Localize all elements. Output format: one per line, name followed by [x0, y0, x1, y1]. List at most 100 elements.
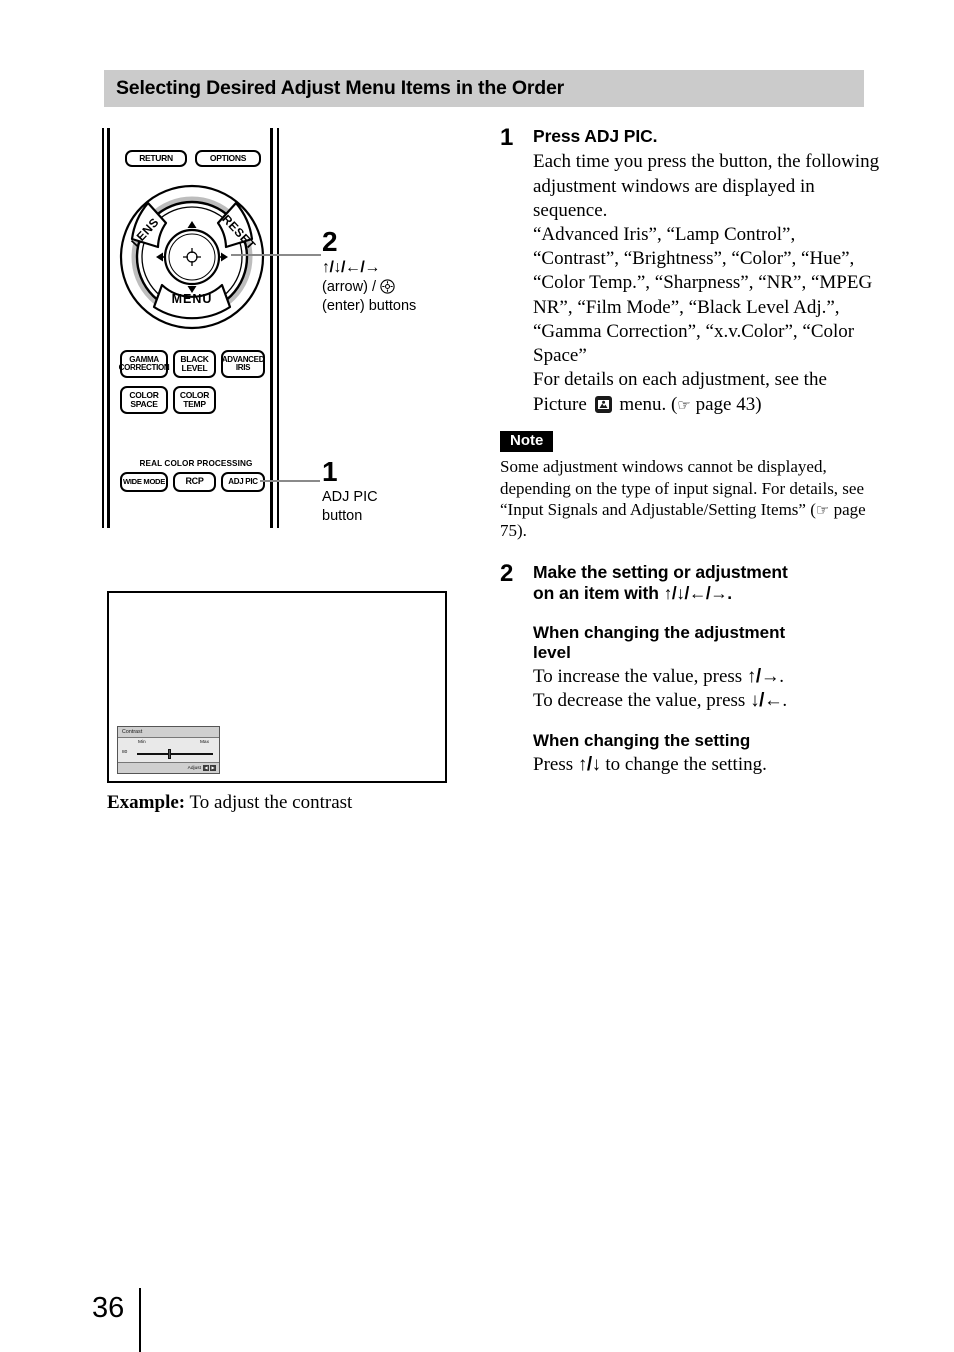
step-2-heading-arrows: ↑/↓/←/→	[663, 583, 728, 604]
osd-slider-track[interactable]	[137, 753, 213, 755]
callout-leader-line-2	[231, 254, 321, 257]
remote-button-wide-mode[interactable]: WIDE MODE	[120, 472, 168, 492]
step-1-detail-suffix: menu. (	[619, 393, 678, 415]
remote-control-illustration: RETURN OPTIONS LENS RESET MENU GAMMA COR…	[100, 128, 470, 528]
page-number: 36	[92, 1292, 125, 1324]
osd-value: 80	[122, 750, 128, 755]
advanced-iris-label-line2: IRIS	[235, 363, 251, 372]
step-2: 2 Make the setting or adjustment on an i…	[500, 559, 880, 778]
step-2-subsection-1-title: When changing the adjustment level	[533, 623, 880, 664]
callout-1: 1 ADJ PIC button	[322, 458, 378, 525]
increase-suffix: .	[779, 666, 784, 688]
remote-navigation-dial[interactable]: LENS RESET MENU	[118, 183, 266, 331]
right-column: 1 Press ADJ PIC. Each time you press the…	[500, 126, 880, 781]
step-2-body: Make the setting or adjustment on an ite…	[533, 562, 880, 778]
decrease-suffix: .	[782, 690, 788, 712]
callout-2-line1-text: (arrow) /	[322, 279, 380, 296]
example-caption: Example: To adjust the contrast	[107, 792, 507, 815]
step-2-heading-line1: Make the setting or adjustment	[533, 561, 788, 582]
callout-1-line2: button	[322, 507, 363, 524]
remote-button-advanced-iris[interactable]: ADVANCED IRIS	[221, 350, 265, 378]
osd-key-right-icon: ▶	[210, 765, 216, 771]
callout-2: 2 ↑/↓/←/→ (arrow) / (enter) buttons	[322, 228, 416, 316]
callout-2-line1: (arrow) /	[322, 278, 416, 297]
remote-button-gamma-correction[interactable]: GAMMA CORRECTION	[118, 350, 170, 378]
enter-button-icon	[380, 279, 395, 295]
osd-max-label: Max	[199, 740, 209, 745]
remote-button-black-level[interactable]: BLACK LEVEL	[173, 350, 216, 378]
setting-suffix: to change the setting.	[600, 754, 767, 776]
left-column: RETURN OPTIONS LENS RESET MENU GAMMA COR…	[100, 128, 470, 528]
example-screen-box: Contrast Min Max 80 Adjust ◀ ▶	[107, 591, 447, 783]
step-2-subsection-1-line-1: To increase the value, press ↑/→.	[533, 665, 880, 689]
increase-arrows: ↑/→	[746, 666, 780, 688]
svg-text:MENU: MENU	[172, 292, 213, 306]
gamma-label-line2: CORRECTION	[118, 363, 170, 372]
remote-body-edge-right-outer	[277, 128, 279, 528]
page-number-divider	[139, 1288, 141, 1352]
remote-button-rcp[interactable]: RCP	[173, 472, 216, 492]
callout-leader-line-1	[260, 480, 320, 483]
step-2-subsection-2-title-line1: When changing the setting	[533, 731, 751, 751]
remote-button-color-temp[interactable]: COLOR TEMP	[173, 386, 216, 414]
callout-1-number: 1	[322, 456, 338, 487]
remote-body-edge-right-inner	[270, 128, 273, 528]
step-2-heading-line2-suffix: .	[727, 583, 732, 604]
step-1: 1 Press ADJ PIC. Each time you press the…	[500, 126, 880, 417]
remote-body-edge-left-inner	[107, 128, 110, 528]
example-caption-text: To adjust the contrast	[189, 792, 353, 813]
callout-2-arrows: ↑/↓/←/→	[322, 259, 380, 276]
step-2-subsection-1-title-line2: level	[533, 643, 571, 663]
osd-footer: Adjust ◀ ▶	[118, 762, 219, 773]
step-2-heading-line2-prefix: on an item with	[533, 583, 664, 604]
step-1-paragraph-1: Each time you press the button, the foll…	[533, 151, 880, 221]
osd-title: Contrast	[118, 727, 219, 738]
step-2-subsection-1-title-line1: When changing the adjustment	[533, 622, 786, 642]
black-level-label-line2: LEVEL	[181, 363, 208, 373]
real-color-processing-label: REAL COLOR PROCESSING	[139, 459, 253, 468]
callout-2-number: 2	[322, 226, 338, 257]
picture-menu-icon	[594, 395, 612, 413]
osd-min-label: Min	[138, 740, 146, 745]
step-2-subsection-2-line-1: Press ↑/↓ to change the setting.	[533, 753, 880, 777]
note-text-part1: Some adjustment windows cannot be displa…	[500, 457, 865, 520]
callout-1-line1: ADJ PIC	[322, 489, 378, 505]
setting-prefix: Press	[533, 754, 578, 776]
remote-button-color-space[interactable]: COLOR SPACE	[120, 386, 168, 414]
step-1-paragraph-2: “Advanced Iris”, “Lamp Control”, “Contra…	[533, 224, 873, 367]
note-text-part2: ).	[517, 521, 527, 541]
osd-footer-label: Adjust	[187, 765, 201, 771]
increase-prefix: To increase the value, press	[533, 666, 747, 688]
osd-contrast-widget: Contrast Min Max 80 Adjust ◀ ▶	[117, 726, 220, 774]
step-1-detail-page-ref[interactable]: page 43	[696, 394, 756, 415]
step-1-detail-line: For details on each adjustment, see the …	[533, 368, 880, 416]
osd-key-left-icon: ◀	[203, 765, 209, 771]
remote-body-edge-left-outer	[102, 128, 104, 528]
color-space-label-line2: SPACE	[130, 399, 158, 409]
decrease-arrows: ↓/←	[750, 690, 783, 712]
page-title: Selecting Desired Adjust Menu Items in t…	[116, 77, 565, 99]
remote-button-adj-pic[interactable]: ADJ PIC	[221, 472, 265, 492]
note-block: Note Some adjustment windows cannot be d…	[500, 430, 880, 542]
pointing-hand-icon-note: ☞	[815, 501, 830, 520]
step-2-subsection-1-line-2: To decrease the value, press ↓/←.	[533, 689, 880, 713]
step-2-subsection-2-title: When changing the setting	[533, 731, 880, 752]
setting-arrows: ↑/↓	[577, 754, 601, 776]
pointing-hand-icon: ☞	[677, 395, 691, 414]
remote-button-return[interactable]: RETURN	[125, 150, 187, 167]
decrease-prefix: To decrease the value, press	[533, 690, 751, 712]
remote-button-options[interactable]: OPTIONS	[195, 150, 261, 167]
step-1-detail-close: )	[755, 393, 762, 415]
osd-slider-knob[interactable]	[168, 749, 171, 759]
color-temp-label-line2: TEMP	[183, 399, 206, 409]
step-1-number: 1	[500, 124, 514, 151]
section-header: Selecting Desired Adjust Menu Items in t…	[104, 70, 864, 107]
step-1-heading: Press ADJ PIC.	[533, 126, 658, 146]
callout-2-line2: (enter) buttons	[322, 298, 417, 315]
step-1-body: Press ADJ PIC. Each time you press the b…	[533, 126, 880, 417]
osd-slider-area: Min Max 80	[118, 738, 219, 762]
osd-key-hints: ◀ ▶	[203, 765, 216, 771]
step-2-heading: Make the setting or adjustment on an ite…	[533, 562, 880, 605]
note-badge: Note	[500, 430, 554, 453]
step-2-number: 2	[500, 559, 514, 587]
